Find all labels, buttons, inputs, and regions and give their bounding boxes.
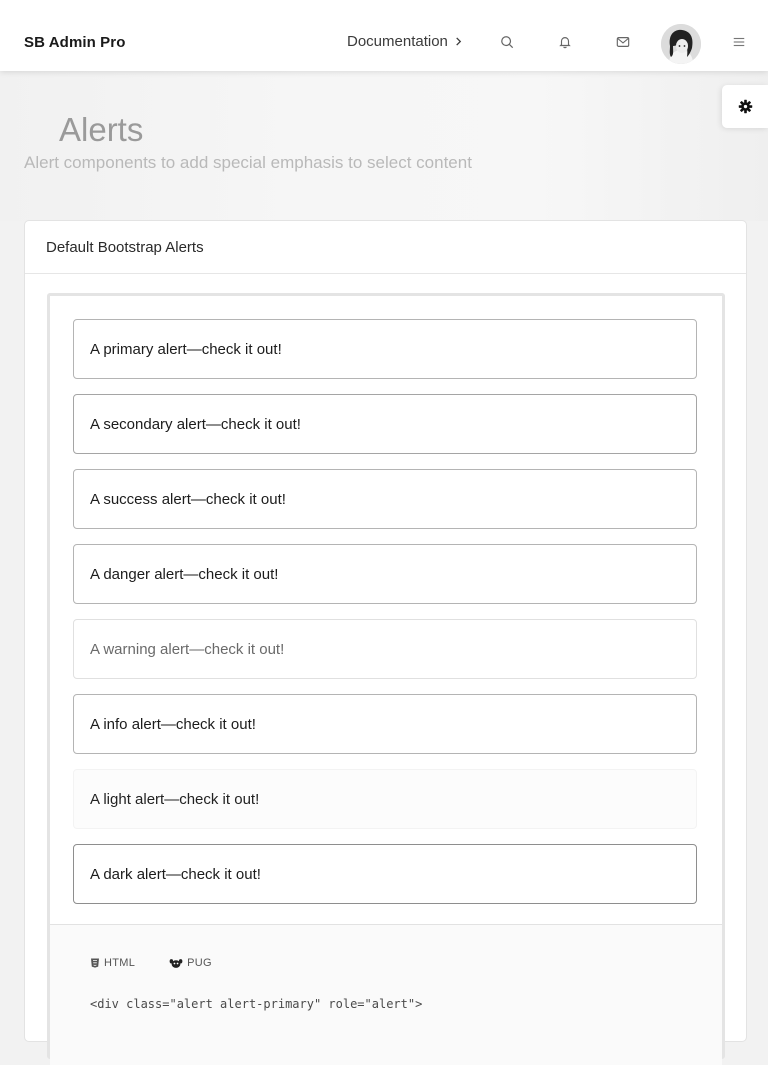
avatar-illustration: [661, 24, 701, 64]
top-navbar: SB Admin Pro Documentation: [0, 0, 768, 71]
alert-warning: A warning alert—check it out!: [73, 619, 697, 679]
documentation-link[interactable]: Documentation: [347, 33, 463, 50]
alert-primary: A primary alert—check it out!: [73, 319, 697, 379]
alert-secondary: A secondary alert—check it out!: [73, 394, 697, 454]
user-avatar[interactable]: [661, 24, 701, 64]
search-button[interactable]: [499, 34, 515, 50]
alerts-card: Default Bootstrap Alerts A primary alert…: [24, 220, 747, 1065]
chevron-right-icon: [456, 37, 462, 46]
page-title: Alerts: [59, 111, 144, 148]
code-tabs: HTML PUG: [90, 957, 212, 969]
documentation-label: Documentation: [347, 33, 448, 50]
mail-icon: [616, 37, 630, 47]
bell-icon: [559, 37, 571, 49]
page-subtitle: Alert components to add special emphasis…: [24, 153, 472, 172]
alert-danger: A danger alert—check it out!: [73, 544, 697, 604]
alerts-demo-frame: A primary alert—check it out! A secondar…: [47, 293, 725, 1065]
code-snippet: <div class="alert alert-primary" role="a…: [90, 997, 423, 1011]
notifications-button[interactable]: [557, 34, 573, 50]
code-panel: HTML PUG <div class="alert alert-primary…: [50, 924, 722, 1065]
sidebar-toggle-button[interactable]: [731, 34, 747, 50]
alert-success: A success alert—check it out!: [73, 469, 697, 529]
gear-icon: [738, 99, 752, 114]
alert-info: A info alert—check it out!: [73, 694, 697, 754]
card-header: Default Bootstrap Alerts: [25, 221, 746, 274]
menu-icon: [733, 37, 745, 47]
alert-light: A light alert—check it out!: [73, 769, 697, 829]
tab-html-label: HTML: [104, 957, 136, 969]
page-header: Alerts Alert components to add special e…: [0, 71, 768, 221]
alert-list: A primary alert—check it out! A secondar…: [73, 319, 697, 919]
pug-icon: [169, 958, 183, 968]
tab-pug-label: PUG: [187, 957, 212, 969]
html5-icon: [91, 958, 99, 968]
brand-logo-text[interactable]: SB Admin Pro: [24, 34, 125, 51]
tab-html[interactable]: HTML: [90, 957, 135, 969]
alert-dark: A dark alert—check it out!: [73, 844, 697, 904]
messages-button[interactable]: [615, 34, 631, 50]
tab-pug[interactable]: PUG: [169, 957, 212, 969]
settings-toggle-button[interactable]: [722, 85, 768, 128]
search-icon: [501, 36, 514, 49]
